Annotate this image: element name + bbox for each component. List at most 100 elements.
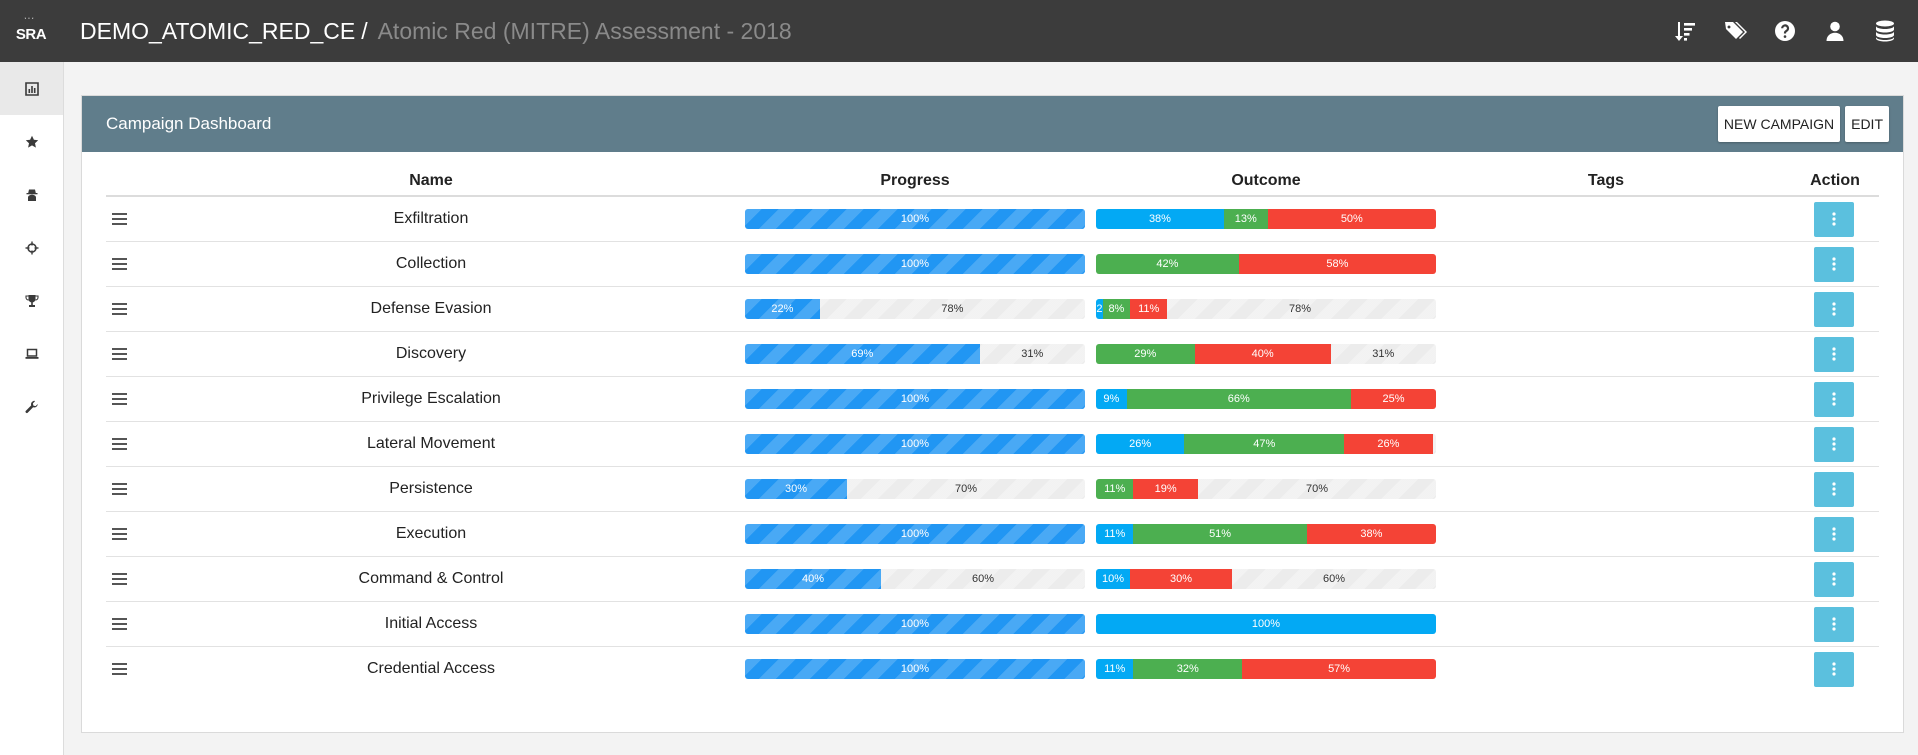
trophy-icon xyxy=(24,294,39,307)
row-action-button[interactable] xyxy=(1814,651,1854,687)
table-row[interactable]: Privilege Escalation 100% 9% 66% 25% xyxy=(106,377,1879,422)
row-action-button[interactable] xyxy=(1814,516,1854,552)
row-action-button[interactable] xyxy=(1814,426,1854,462)
column-header-outcome[interactable]: Outcome xyxy=(1096,172,1436,190)
help-icon[interactable] xyxy=(1760,0,1810,62)
outcome-cell: 11% 51% 38% xyxy=(1096,512,1436,556)
campaign-name[interactable]: Execution xyxy=(106,512,756,556)
table-row[interactable]: Command & Control 40% 60% 10% 30% 60% xyxy=(106,557,1879,602)
outcome-segment: 2 xyxy=(1096,299,1103,319)
campaign-name[interactable]: Collection xyxy=(106,242,756,286)
sidebar xyxy=(0,62,64,755)
row-action-button[interactable] xyxy=(1814,561,1854,597)
more-vertical-icon xyxy=(1832,572,1836,586)
tags-cell xyxy=(1446,377,1766,421)
action-cell xyxy=(1814,647,1856,691)
outcome-segment: 25% xyxy=(1350,389,1436,409)
chart-icon xyxy=(24,81,39,96)
sort-icon[interactable] xyxy=(1660,0,1710,62)
outcome-bar: 11% 19% 70% xyxy=(1096,479,1436,499)
sidebar-item-tools[interactable] xyxy=(0,380,63,433)
row-action-button[interactable] xyxy=(1814,201,1854,237)
row-action-button[interactable] xyxy=(1814,471,1854,507)
sidebar-item-scoreboard[interactable] xyxy=(0,274,63,327)
progress-segment: 70% xyxy=(954,483,978,495)
table-row[interactable]: Defense Evasion 22% 78% 2 8% 11% 78% xyxy=(106,287,1879,332)
sidebar-item-red-team[interactable] xyxy=(0,168,63,221)
outcome-cell: 2 8% 11% 78% xyxy=(1096,287,1436,331)
panel-header: Campaign Dashboard NEW CAMPAIGN EDIT xyxy=(82,96,1903,152)
row-action-button[interactable] xyxy=(1814,606,1854,642)
breadcrumb-assessment-group[interactable]: DEMO_ATOMIC_RED_CE xyxy=(80,18,355,45)
progress-bar: 100% xyxy=(745,434,1085,454)
table-row[interactable]: Lateral Movement 100% 26% 47% 26% xyxy=(106,422,1879,467)
campaign-name[interactable]: Privilege Escalation xyxy=(106,377,756,421)
table-row[interactable]: Discovery 69% 31% 29% 40% 31% xyxy=(106,332,1879,377)
column-header-name[interactable]: Name xyxy=(106,172,756,190)
progress-bar: 100% xyxy=(745,614,1085,634)
new-campaign-button[interactable]: NEW CAMPAIGN xyxy=(1717,106,1841,142)
progress-segment: 100% xyxy=(745,659,1085,679)
table-row[interactable]: Initial Access 100% 100% xyxy=(106,602,1879,647)
sidebar-item-dashboard[interactable] xyxy=(0,62,63,115)
progress-bar: 30% 70% xyxy=(745,479,1085,499)
edit-button[interactable]: EDIT xyxy=(1845,106,1889,142)
star-icon xyxy=(25,135,38,148)
more-vertical-icon xyxy=(1832,257,1836,271)
sidebar-item-favorites[interactable] xyxy=(0,115,63,168)
sidebar-item-targets[interactable] xyxy=(0,221,63,274)
row-action-button[interactable] xyxy=(1814,291,1854,327)
progress-cell: 100% xyxy=(745,242,1085,286)
wrench-icon xyxy=(25,400,38,413)
campaign-name[interactable]: Exfiltration xyxy=(106,197,756,241)
table-row[interactable]: Execution 100% 11% 51% 38% xyxy=(106,512,1879,557)
tags-icon[interactable] xyxy=(1710,0,1760,62)
column-header-action: Action xyxy=(1810,172,1860,189)
progress-segment: 100% xyxy=(745,254,1085,274)
progress-segment: 60% xyxy=(971,573,995,585)
table-row[interactable]: Exfiltration 100% 38% 13% 50% xyxy=(106,197,1879,242)
table-row[interactable]: Collection 100% 42% 58% xyxy=(106,242,1879,287)
tags-cell xyxy=(1446,647,1766,691)
progress-segment: 100% xyxy=(745,209,1085,229)
top-bar: ˑˑˑ SRA DEMO_ATOMIC_RED_CE / Atomic Red … xyxy=(0,0,1918,62)
progress-bar: 100% xyxy=(745,524,1085,544)
campaign-name[interactable]: Defense Evasion xyxy=(106,287,756,331)
row-action-button[interactable] xyxy=(1814,381,1854,417)
action-cell xyxy=(1814,512,1856,556)
table-row[interactable]: Persistence 30% 70% 11% 19% 70% xyxy=(106,467,1879,512)
outcome-segment: 51% xyxy=(1133,524,1307,544)
more-vertical-icon xyxy=(1832,527,1836,541)
campaign-name[interactable]: Initial Access xyxy=(106,602,756,646)
outcome-segment: 11% xyxy=(1129,299,1168,319)
database-icon[interactable] xyxy=(1860,0,1910,62)
sidebar-item-assets[interactable] xyxy=(0,327,63,380)
column-header-progress[interactable]: Progress xyxy=(745,172,1085,190)
action-cell xyxy=(1814,602,1856,646)
row-action-button[interactable] xyxy=(1814,246,1854,282)
outcome-segment: 38% xyxy=(1096,209,1224,229)
campaign-dashboard-panel: Campaign Dashboard NEW CAMPAIGN EDIT Nam… xyxy=(81,95,1904,733)
table-row[interactable]: Credential Access 100% 11% 32% 57% xyxy=(106,647,1879,692)
campaign-name[interactable]: Discovery xyxy=(106,332,756,376)
progress-segment: 40% xyxy=(745,569,881,589)
panel-actions: NEW CAMPAIGN EDIT xyxy=(1717,106,1889,142)
outcome-segment: 8% xyxy=(1102,299,1130,319)
campaign-name[interactable]: Lateral Movement xyxy=(106,422,756,466)
campaign-name[interactable]: Command & Control xyxy=(106,557,756,601)
progress-segment: 100% xyxy=(745,389,1085,409)
more-vertical-icon xyxy=(1832,212,1836,226)
campaign-name[interactable]: Credential Access xyxy=(106,647,756,691)
campaign-name[interactable]: Persistence xyxy=(106,467,756,511)
outcome-cell: 11% 19% 70% xyxy=(1096,467,1436,511)
more-vertical-icon xyxy=(1832,617,1836,631)
progress-segment: 78% xyxy=(941,303,964,315)
action-cell xyxy=(1814,377,1856,421)
app-logo[interactable]: ˑˑˑ SRA xyxy=(0,0,62,62)
outcome-bar: 42% 58% xyxy=(1096,254,1436,274)
user-icon[interactable] xyxy=(1810,0,1860,62)
action-cell xyxy=(1814,287,1856,331)
outcome-segment: 26% xyxy=(1096,434,1185,454)
row-action-button[interactable] xyxy=(1814,336,1854,372)
progress-cell: 22% 78% xyxy=(745,287,1085,331)
